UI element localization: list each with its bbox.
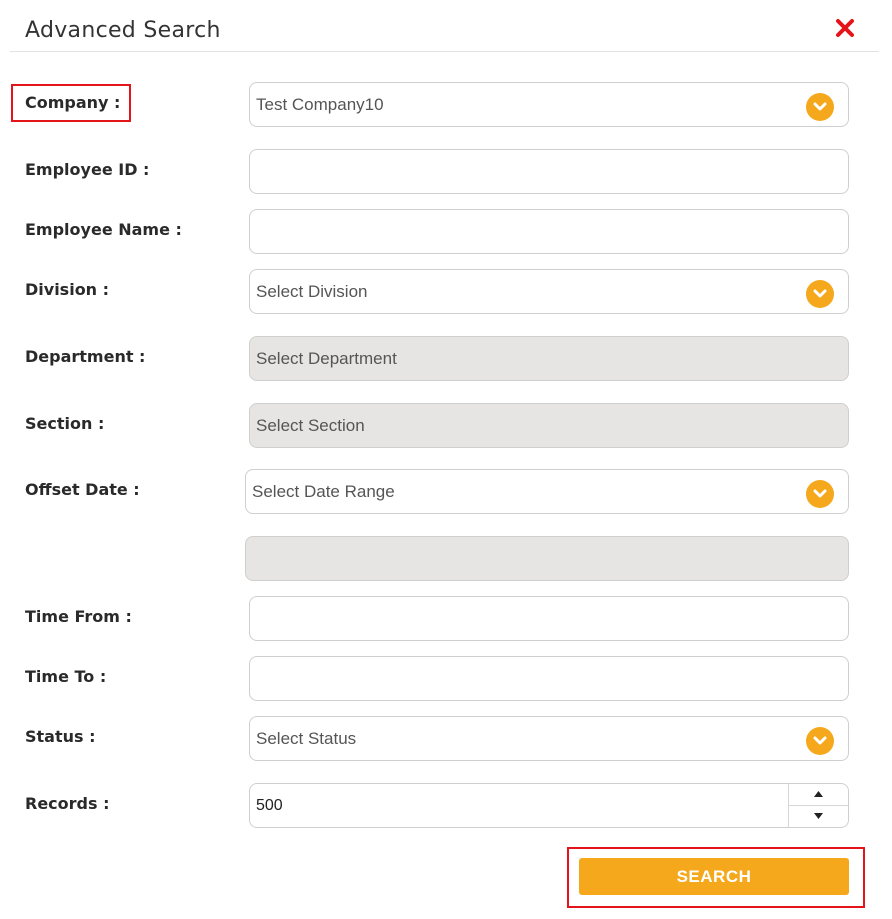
offset-date-label: Offset Date : [25, 480, 140, 499]
company-label: Company : [25, 93, 121, 112]
department-select: Select Department [249, 336, 849, 381]
time-from-label: Time From : [25, 607, 132, 626]
chevron-down-icon [806, 480, 834, 508]
company-select-value: Test Company10 [256, 95, 384, 114]
employee-name-label: Employee Name : [25, 220, 182, 239]
section-select-value: Select Section [256, 416, 365, 435]
status-select[interactable]: Select Status [249, 716, 849, 761]
department-label: Department : [25, 347, 146, 366]
division-select[interactable]: Select Division [249, 269, 849, 314]
status-label: Status : [25, 727, 96, 746]
section-select: Select Section [249, 403, 849, 448]
division-select-value: Select Division [256, 282, 368, 301]
time-to-input[interactable] [249, 656, 849, 701]
close-button[interactable] [835, 18, 859, 42]
employee-id-input[interactable] [249, 149, 849, 194]
status-select-value: Select Status [256, 729, 357, 748]
close-x-icon [836, 19, 854, 37]
dialog-header: Advanced Search [10, 0, 879, 52]
records-label: Records : [25, 794, 110, 813]
caret-down-icon [814, 813, 823, 819]
department-select-value: Select Department [256, 349, 397, 368]
time-from-input[interactable] [249, 596, 849, 641]
offset-date-select[interactable]: Select Date Range [245, 469, 849, 514]
company-select[interactable]: Test Company10 [249, 82, 849, 127]
search-button[interactable]: SEARCH [579, 858, 849, 895]
chevron-down-icon [806, 280, 834, 308]
chevron-down-icon [806, 727, 834, 755]
decrement-button[interactable] [789, 806, 848, 827]
records-value: 500 [256, 797, 283, 814]
division-label: Division : [25, 280, 110, 299]
records-stepper [788, 784, 848, 827]
time-to-label: Time To : [25, 667, 107, 686]
dialog-title: Advanced Search [25, 18, 221, 43]
offset-date-select-value: Select Date Range [252, 482, 395, 501]
chevron-down-icon [806, 93, 834, 121]
records-number-input[interactable]: 500 [249, 783, 849, 828]
increment-button[interactable] [789, 784, 848, 806]
employee-name-input[interactable] [249, 209, 849, 254]
employee-id-label: Employee ID : [25, 160, 150, 179]
offset-date-range-input [245, 536, 849, 581]
section-label: Section : [25, 414, 105, 433]
caret-up-icon [814, 791, 823, 797]
